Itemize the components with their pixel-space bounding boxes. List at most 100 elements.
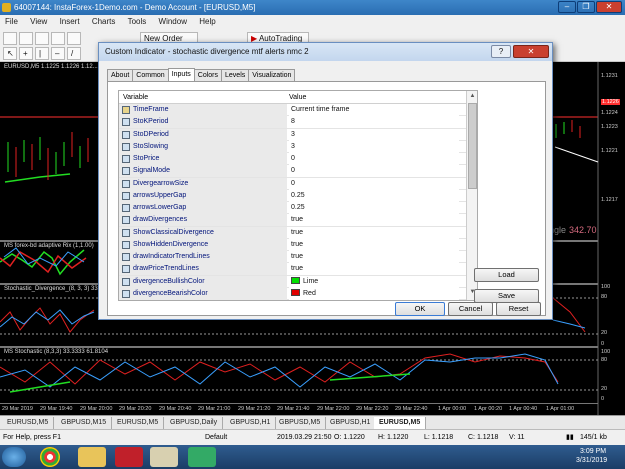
param-row[interactable]: StoDPeriod 3 (119, 128, 466, 141)
param-value-text: 8 (291, 118, 295, 126)
scroll-up-icon[interactable]: ▲ (468, 93, 477, 101)
param-row[interactable]: divergenceBullishColor Lime (119, 275, 466, 288)
tab-inputs[interactable]: Inputs (167, 68, 195, 82)
param-value[interactable]: 0 (289, 165, 459, 178)
param-row[interactable]: StoPrice 0 (119, 153, 466, 166)
profiles-icon[interactable] (19, 32, 33, 45)
chart-tab[interactable]: GBPUSD,M5 (274, 417, 327, 429)
file-explorer-icon[interactable] (78, 447, 106, 467)
chart-tab[interactable]: GBPUSD,Daily (165, 417, 224, 429)
menu-insert[interactable]: Insert (55, 15, 85, 29)
app-icon-green[interactable] (188, 447, 216, 467)
chart-tab[interactable]: GBPUSD,H1 (225, 417, 277, 429)
market-watch-icon[interactable] (35, 32, 49, 45)
close-window-button[interactable]: ✕ (596, 1, 622, 13)
menu-window[interactable]: Window (154, 15, 192, 29)
horizontal-line-icon[interactable]: – (51, 47, 65, 60)
window-title-bar: 64007144: InstaForex-1Demo.com - Demo Ac… (0, 0, 625, 15)
param-row[interactable]: ShowHiddenDivergence true (119, 238, 466, 252)
param-value[interactable]: Red (289, 287, 459, 300)
param-row[interactable]: SignalMode 0 (119, 165, 466, 178)
param-value[interactable]: 0 (289, 177, 459, 190)
param-value[interactable]: true (289, 251, 459, 263)
col-value-header[interactable]: Value (289, 91, 306, 104)
menu-help[interactable]: Help (194, 15, 220, 29)
level-label: 0 (601, 341, 605, 347)
param-value[interactable]: Lime (289, 275, 459, 288)
param-value[interactable]: true (289, 238, 459, 251)
col-variable-header[interactable]: Variable (123, 91, 148, 104)
new-chart-icon[interactable] (3, 32, 17, 45)
param-value[interactable]: 8 (289, 116, 459, 129)
chart-tab[interactable]: GBPUSD,H1 (325, 417, 377, 429)
menu-file[interactable]: File (0, 15, 23, 29)
menu-view[interactable]: View (25, 15, 52, 29)
param-value[interactable]: 0 (289, 153, 459, 165)
param-value[interactable]: 3 (289, 128, 459, 141)
time-axis: 29 Mar 2019 29 Mar 19:40 29 Mar 20:00 29… (0, 403, 598, 415)
menu-charts[interactable]: Charts (87, 15, 121, 29)
clock-date: 3/31/2019 (576, 457, 608, 464)
param-value[interactable]: 0.25 (289, 202, 459, 214)
crosshair-icon[interactable]: + (19, 47, 33, 60)
save-button[interactable]: Save (474, 289, 539, 303)
param-row[interactable]: arrowsUpperGap 0.25 (119, 189, 466, 203)
param-value[interactable]: true (289, 214, 459, 227)
pane-separator[interactable] (0, 346, 598, 348)
status-datetime: 2019.03.29 21:50 (277, 434, 332, 441)
cancel-button[interactable]: Cancel (448, 302, 493, 316)
cursor-icon[interactable]: ↖ (3, 47, 17, 60)
param-row[interactable]: TimeFrame Current time frame (119, 104, 466, 117)
start-button[interactable] (2, 447, 26, 467)
param-row[interactable]: DivergearrowSize 0 (119, 177, 466, 190)
vertical-line-icon[interactable]: | (35, 47, 49, 60)
param-row[interactable]: drawPriceTrendLines true (119, 263, 466, 276)
time-label: 1 Apr 00:20 (474, 406, 503, 412)
param-row[interactable]: StoKPeriod 8 (119, 116, 466, 129)
terminal-icon[interactable] (67, 32, 81, 45)
param-row[interactable]: ShowClassicalDivergence true (119, 226, 466, 239)
scrollbar-thumb[interactable] (468, 103, 477, 189)
dialog-close-button[interactable]: ✕ (513, 45, 549, 58)
param-value[interactable]: true (289, 226, 459, 239)
load-button[interactable]: Load (474, 268, 539, 282)
param-value[interactable]: 3 (289, 140, 459, 153)
ok-button[interactable]: OK (395, 302, 445, 316)
status-open: O: 1.1220 (334, 434, 365, 441)
time-label: 1 Apr 01:00 (546, 406, 575, 412)
chart-tab[interactable]: GBPUSD,M15 (56, 417, 113, 429)
param-value[interactable]: 0.25 (289, 189, 459, 202)
param-value[interactable]: Current time frame (289, 104, 459, 116)
time-label: 29 Mar 19:40 (40, 406, 73, 412)
chart-tab[interactable]: EURUSD,M5 (112, 417, 165, 429)
time-label: 29 Mar 20:20 (119, 406, 152, 412)
metatrader-icon[interactable] (115, 447, 143, 467)
reset-button[interactable]: Reset (496, 302, 541, 316)
param-value-text: true (291, 216, 304, 224)
navigator-icon[interactable] (51, 32, 65, 45)
grid-header: Variable Value (119, 91, 466, 104)
status-bar: For Help, press F1 Default 2019.03.29 21… (0, 429, 625, 445)
time-label: 29 Mar 21:40 (277, 406, 310, 412)
trendline-icon[interactable]: / (67, 47, 81, 60)
ms-stoch-signal-line (0, 353, 559, 388)
param-name: SignalMode (133, 167, 170, 175)
param-value-text: Red (303, 289, 316, 297)
param-value[interactable]: true (289, 263, 459, 276)
archive-icon[interactable] (150, 447, 178, 467)
chrome-icon[interactable] (40, 447, 60, 467)
minimize-button[interactable]: – (558, 1, 576, 13)
param-row[interactable]: StoSlowing 3 (119, 140, 466, 154)
dialog-help-button[interactable]: ? (491, 45, 511, 58)
param-row[interactable]: drawIndicatorTrendLines true (119, 251, 466, 264)
param-row[interactable]: arrowsLowerGap 0.25 (119, 202, 466, 215)
param-row[interactable]: divergenceBearishColor Red (119, 287, 466, 300)
chart-tab[interactable]: EURUSD,M5 (2, 417, 55, 429)
menu-tools[interactable]: Tools (123, 15, 152, 29)
price-label: 1.1221 (601, 148, 618, 154)
maximize-button[interactable]: ❐ (577, 1, 595, 13)
param-name: ShowClassicalDivergence (133, 228, 214, 236)
param-name: drawIndicatorTrendLines (133, 253, 210, 260)
chart-tab-active[interactable]: EURUSD,M5 (374, 417, 427, 429)
param-row[interactable]: drawDivergences true (119, 214, 466, 227)
